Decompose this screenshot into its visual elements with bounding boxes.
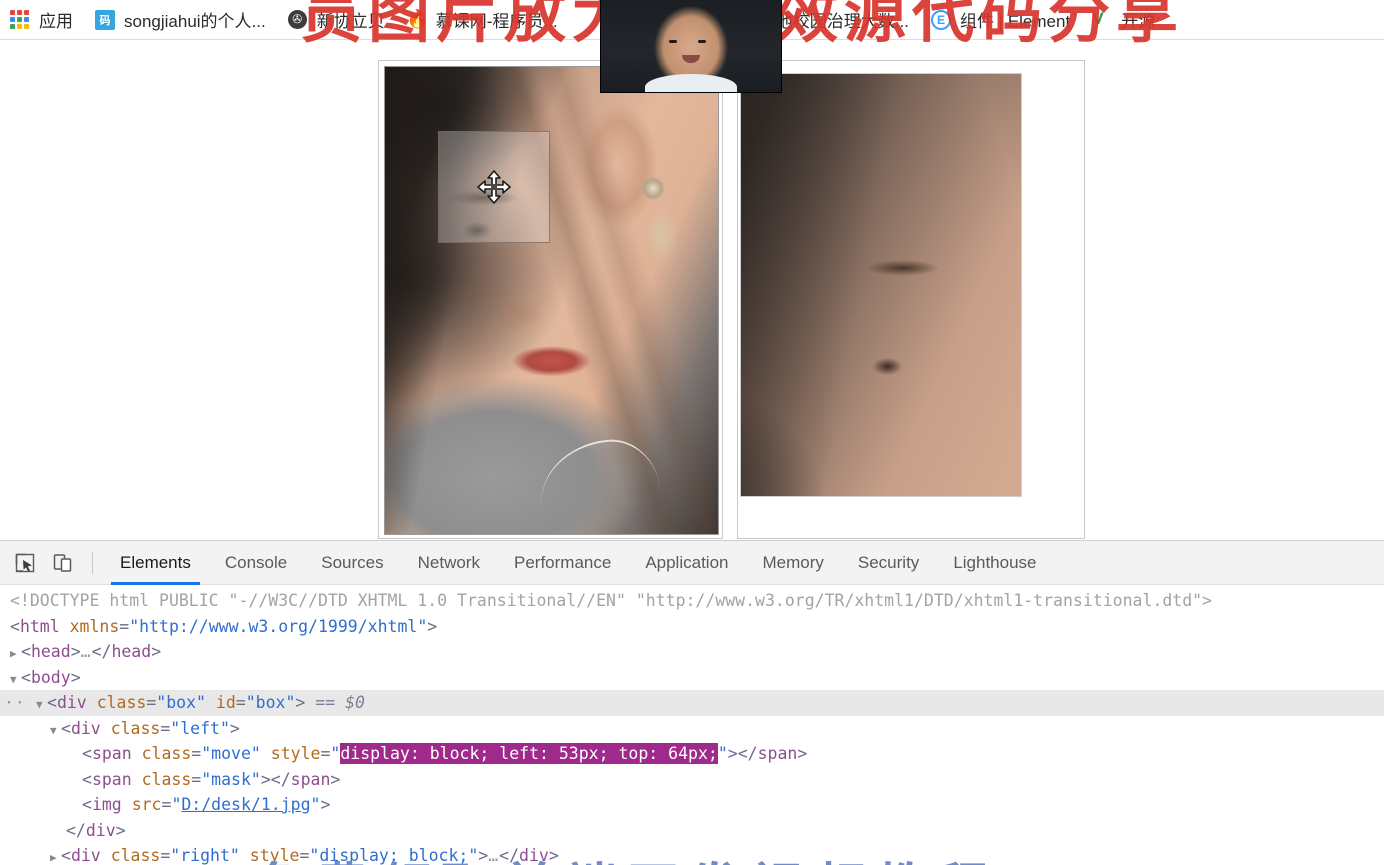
original-image[interactable] — [384, 66, 719, 535]
bookmark-imooc[interactable]: 🔥 慕课网-程序员... — [407, 7, 558, 32]
device-toolbar-glyph — [53, 553, 72, 572]
bookmark-label: 慕课网-程序员... — [435, 12, 558, 31]
tab-lighthouse[interactable]: Lighthouse — [936, 541, 1053, 585]
inspect-element-glyph — [15, 553, 35, 572]
inline-style-highlight: display: block; left: 53px; top: 64px; — [340, 743, 718, 764]
bookmark-label: 新协立贝 — [316, 12, 385, 31]
doctype-text: <!DOCTYPE html PUBLIC "-//W3C//DTD XHTML… — [10, 591, 1212, 610]
expand-triangle-icon[interactable]: ▶ — [10, 641, 21, 667]
move-cursor-icon — [477, 170, 511, 204]
bookmark-kaiyuan[interactable]: V 开源 — [1092, 7, 1155, 32]
bookmark-label: 组件 | Element — [959, 12, 1071, 31]
expand-triangle-icon[interactable]: ▶ — [50, 845, 61, 865]
devtools-tabs: Elements Console Sources Network Perform… — [103, 541, 1054, 585]
toolbar-divider — [92, 551, 93, 574]
inspect-element-icon[interactable] — [8, 546, 42, 580]
tab-label: Console — [224, 552, 288, 572]
tab-label: Network — [417, 552, 480, 572]
tab-console[interactable]: Console — [208, 541, 304, 585]
dom-line-box-selected[interactable]: ·· ▼ <div class="box" id="box"> == $0 — [0, 690, 1384, 716]
tab-performance[interactable]: Performance — [497, 541, 628, 585]
tab-label: Performance — [513, 552, 612, 572]
element-hex-icon: E — [930, 9, 951, 30]
apps-grid-icon — [10, 9, 30, 30]
dom-line-doctype[interactable]: <!DOCTYPE html PUBLIC "-//W3C//DTD XHTML… — [0, 588, 1384, 614]
bookmark-songjiahui[interactable]: 码 songjiahui的个人... — [95, 7, 266, 32]
dom-line-left[interactable]: ▼ <div class="left"> — [0, 716, 1384, 742]
bookmark-label: 盐池校园治理大数... — [758, 12, 909, 31]
tab-label: Elements — [120, 552, 191, 572]
globe-dark-icon: ✇ — [287, 9, 308, 30]
html-attrs: xmlns="http://www.w3.org/1999/xhtml"> — [69, 616, 438, 636]
magnified-image-panel — [737, 60, 1085, 539]
photo-portrait — [385, 67, 718, 534]
devtools-panel: Elements Console Sources Network Perform… — [0, 540, 1384, 865]
dom-line-html[interactable]: <html xmlns="http://www.w3.org/1999/xhtm… — [0, 614, 1384, 640]
code-square-icon: 码 — [95, 9, 115, 30]
tab-elements[interactable]: Elements — [103, 541, 208, 585]
collapse-triangle-icon[interactable]: ▼ — [50, 718, 61, 744]
tab-label: Security — [857, 552, 920, 572]
html-open-tag: < — [10, 616, 20, 636]
tab-security[interactable]: Security — [841, 541, 936, 585]
bookmark-label: 应用 — [39, 12, 73, 31]
dom-line-head[interactable]: ▶ <head>…</head> — [0, 639, 1384, 665]
flame-icon: 🔥 — [406, 8, 430, 29]
bookmark-label: 开源 — [1121, 12, 1156, 31]
webcam-overlay — [601, 0, 781, 92]
dom-line-move-span[interactable]: <span class="move" style="display: block… — [0, 741, 1384, 767]
bookmark-label: songjiahui的个人... — [124, 12, 266, 31]
bookmark-xinxieliibei[interactable]: ✇ 新协立贝 — [287, 7, 385, 32]
magnified-view — [740, 73, 1022, 497]
blank-icon — [580, 10, 600, 30]
collapse-triangle-icon[interactable]: ▼ — [10, 667, 21, 693]
right-style-value: display: block; — [319, 846, 469, 865]
magnifier-lens[interactable] — [438, 131, 550, 243]
page-viewport — [0, 40, 1384, 540]
html-tag-name: html — [19, 616, 60, 636]
collapse-triangle-icon[interactable]: ▼ — [36, 692, 47, 718]
browser-window: 应用 码 songjiahui的个人... ✇ 新协立贝 🔥 慕课网-程序员..… — [0, 0, 1384, 865]
tab-label: Sources — [321, 552, 384, 572]
tab-label: Memory — [762, 552, 824, 572]
tab-memory[interactable]: Memory — [745, 541, 840, 585]
devtools-toolbar: Elements Console Sources Network Perform… — [0, 541, 1384, 585]
dom-line-right[interactable]: ▶ <div class="right" style="display: bloc… — [0, 843, 1384, 865]
dom-line-body[interactable]: ▼ <body> — [0, 665, 1384, 691]
dom-tree[interactable]: <!DOCTYPE html PUBLIC "-//W3C//DTD XHTML… — [0, 585, 1384, 865]
tab-label: Application — [645, 552, 729, 572]
vue-icon: V — [1092, 8, 1104, 28]
tab-label: Lighthouse — [953, 552, 1037, 572]
tab-sources[interactable]: Sources — [304, 541, 400, 585]
dom-line-close-left[interactable]: </div> — [0, 818, 1384, 844]
photo-portrait-magnified — [741, 74, 1021, 496]
dom-line-mask-span[interactable]: <span class="mask"></span> — [0, 767, 1384, 793]
bookmark-element[interactable]: E 组件 | Element — [930, 7, 1071, 32]
device-toolbar-icon[interactable] — [46, 546, 80, 580]
tab-application[interactable]: Application — [628, 541, 745, 585]
tab-network[interactable]: Network — [401, 541, 497, 585]
original-image-panel — [378, 60, 723, 539]
bookmark-apps[interactable]: 应用 — [10, 7, 73, 32]
img-src-link[interactable]: D:/desk/1.jpg — [181, 795, 310, 814]
dom-line-img[interactable]: <img src="D:/desk/1.jpg"> — [0, 792, 1384, 818]
